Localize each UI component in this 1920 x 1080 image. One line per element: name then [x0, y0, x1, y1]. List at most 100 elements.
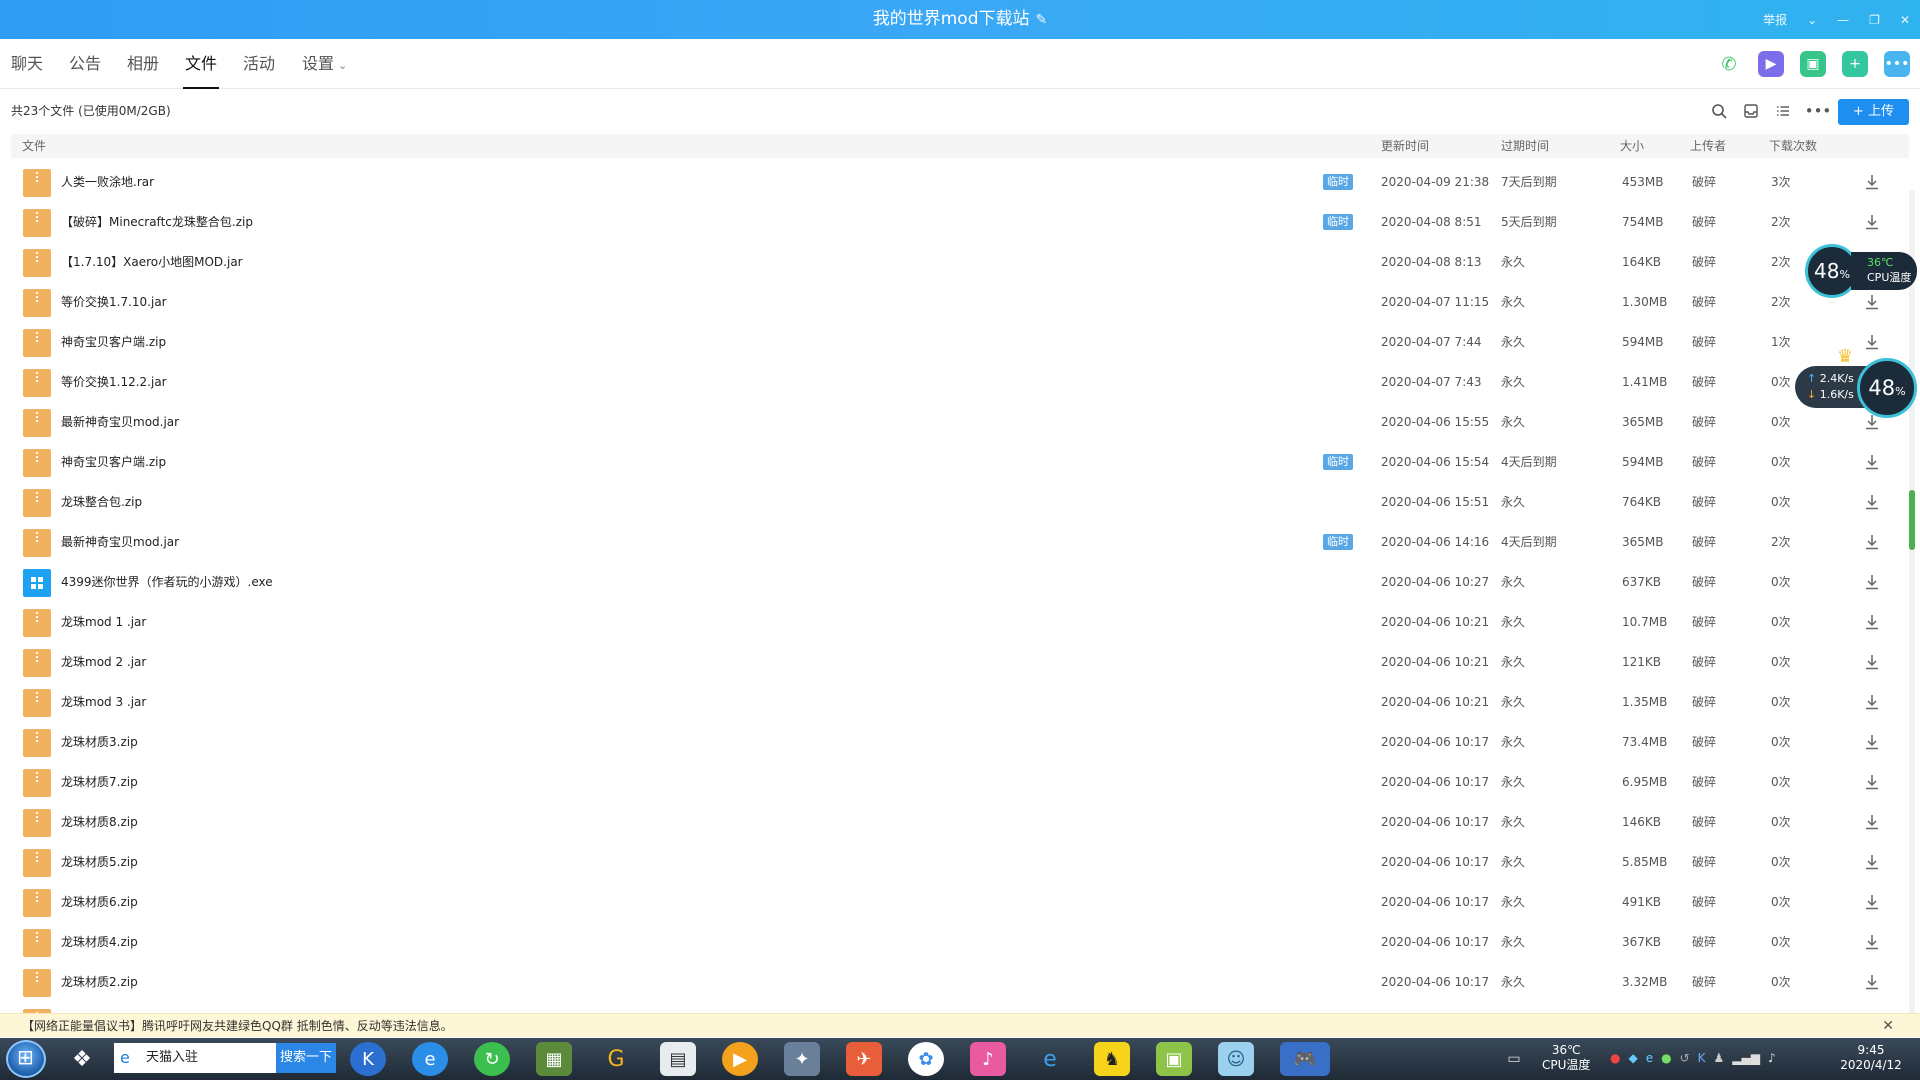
file-name[interactable]: 龙珠材质8.zip — [61, 802, 138, 842]
download-icon[interactable] — [1863, 613, 1881, 631]
game-app-icon[interactable]: ✦ — [784, 1042, 820, 1076]
network-monitor-widget[interactable]: ↑ 2.4K/s ↓ 1.6K/s ♛ 48% — [1795, 346, 1919, 418]
g-app-icon[interactable]: G — [598, 1042, 634, 1076]
list-view-icon[interactable] — [1772, 100, 1794, 122]
file-row[interactable]: 最新神奇宝贝mod.jar 2020-04-06 15:55 永久 365MB 破碎 0次 — [11, 402, 1891, 442]
file-row[interactable]: 人类一败涂地.rar 临时 2020-04-09 21:38 7天后到期 453MB 破碎… — [11, 162, 1891, 202]
file-row[interactable]: 龙珠材质2.zip 2020-04-06 10:17 永久 3.32MB 破碎 0次 — [11, 962, 1891, 1002]
network-icon[interactable]: ▂▄▆ — [1732, 1051, 1760, 1065]
phone-icon[interactable]: ✆ — [1716, 51, 1742, 77]
file-name[interactable]: 龙珠mod 2 .jar — [61, 642, 146, 682]
minecraft-icon[interactable]: ▦ — [536, 1042, 572, 1076]
media-app-icon[interactable]: ▶ — [722, 1042, 758, 1076]
game-controller-icon[interactable]: 🎮 — [1280, 1042, 1330, 1076]
tray-ie-icon[interactable]: e — [1646, 1051, 1653, 1065]
tab-announcement[interactable]: 公告 — [69, 39, 101, 89]
maximize-icon[interactable]: ❐ — [1869, 13, 1880, 27]
file-row[interactable]: 最新神奇宝贝mod.jar 临时 2020-04-06 14:16 4天后到期 365M… — [11, 522, 1891, 562]
tab-album[interactable]: 相册 — [127, 39, 159, 89]
search-button[interactable]: 搜索一下 — [276, 1043, 336, 1073]
download-icon[interactable] — [1863, 453, 1881, 471]
green-app-icon[interactable]: ↻ — [474, 1042, 510, 1076]
windows-logo-icon[interactable]: ❖ — [64, 1042, 100, 1076]
more-icon[interactable]: ••• — [1884, 51, 1910, 77]
scrollbar[interactable] — [1909, 190, 1915, 1020]
download-icon[interactable] — [1863, 773, 1881, 791]
scrollbar-thumb[interactable] — [1909, 490, 1915, 550]
file-name[interactable]: 神奇宝贝客户端.zip — [61, 442, 166, 482]
file-name[interactable]: 龙珠材质3.zip — [61, 722, 138, 762]
file-name[interactable]: 龙珠mod 3 .jar — [61, 682, 146, 722]
search-icon[interactable] — [1708, 100, 1730, 122]
whiteboard-icon[interactable]: ▣ — [1800, 51, 1826, 77]
file-name[interactable]: 等价交换1.12.2.jar — [61, 362, 167, 402]
more-options-icon[interactable]: ••• — [1805, 100, 1832, 122]
download-icon[interactable] — [1863, 853, 1881, 871]
close-icon[interactable]: ✕ — [1900, 13, 1910, 27]
system-clock[interactable]: 9:45 2020/4/12 — [1836, 1043, 1906, 1073]
upload-button[interactable]: + 上传 — [1838, 99, 1909, 125]
download-icon[interactable] — [1863, 813, 1881, 831]
tray-green-icon[interactable]: ● — [1661, 1051, 1671, 1065]
file-name[interactable]: 等价交换1.7.10.jar — [61, 282, 167, 322]
qq-icon[interactable]: ♞ — [1094, 1042, 1130, 1076]
video-call-icon[interactable]: ▶ — [1758, 51, 1784, 77]
tab-activity[interactable]: 活动 — [243, 39, 275, 89]
bird-app-icon[interactable]: ✈ — [846, 1042, 882, 1076]
file-row[interactable]: 等价交换1.12.2.jar 2020-04-07 7:43 永久 1.41MB 破碎 0… — [11, 362, 1891, 402]
window-title[interactable]: 我的世界mod下载站 — [873, 9, 1030, 29]
tab-settings[interactable]: 设置 ⌄ — [302, 39, 347, 89]
file-row[interactable]: 【1.7.10】Xaero小地图MOD.jar 2020-04-08 8:13 永久… — [11, 242, 1891, 282]
k-app-icon[interactable]: K — [350, 1042, 386, 1076]
file-row[interactable]: 龙珠mod 3 .jar 2020-04-06 10:21 永久 1.35MB 破碎 0次 — [11, 682, 1891, 722]
file-row[interactable]: 龙珠材质6.zip 2020-04-06 10:17 永久 491KB 破碎 0次 — [11, 882, 1891, 922]
download-icon[interactable] — [1863, 533, 1881, 551]
file-name[interactable]: 4399迷你世界（作者玩的小游戏）.exe — [61, 562, 273, 602]
file-name[interactable]: 龙珠材质2.zip — [61, 962, 138, 1002]
download-icon[interactable] — [1863, 333, 1881, 351]
group-chat-icon[interactable]: ☺ — [1218, 1042, 1254, 1076]
close-icon[interactable]: ✕ — [1882, 1014, 1894, 1038]
download-icon[interactable] — [1863, 213, 1881, 231]
photos-app-icon[interactable]: ✿ — [908, 1042, 944, 1076]
download-icon[interactable] — [1863, 733, 1881, 751]
add-app-icon[interactable]: + — [1842, 51, 1868, 77]
lala-app-icon[interactable]: ♪ — [970, 1042, 1006, 1076]
file-row[interactable]: 龙珠材质3.zip 2020-04-06 10:17 永久 73.4MB 破碎 0次 — [11, 722, 1891, 762]
file-name[interactable]: 龙珠整合包.zip — [61, 482, 142, 522]
file-name[interactable]: 龙珠材质5.zip — [61, 842, 138, 882]
file-row[interactable]: 龙珠材质8.zip 2020-04-06 10:17 永久 146KB 破碎 0次 — [11, 802, 1891, 842]
download-icon[interactable] — [1863, 493, 1881, 511]
file-name[interactable]: 人类一败涂地.rar — [61, 162, 154, 202]
window-app-icon[interactable]: ▤ — [660, 1042, 696, 1076]
file-name[interactable]: 最新神奇宝贝mod.jar — [61, 522, 179, 562]
file-name[interactable]: 【1.7.10】Xaero小地图MOD.jar — [61, 242, 243, 282]
download-icon[interactable] — [1863, 893, 1881, 911]
taskbar-cpu-temp[interactable]: 36℃ CPU温度 — [1542, 1043, 1590, 1073]
download-icon[interactable] — [1863, 173, 1881, 191]
show-hidden-icons-icon[interactable]: ▭ — [1496, 1042, 1532, 1076]
file-name[interactable]: 龙珠材质7.zip — [61, 762, 138, 802]
file-name[interactable]: 神奇宝贝客户端.zip — [61, 322, 166, 362]
ie-icon[interactable]: e — [1032, 1042, 1068, 1076]
file-row[interactable]: 神奇宝贝客户端.zip 临时 2020-04-06 15:54 4天后到期 594MB 破… — [11, 442, 1891, 482]
minecraft-launcher-icon[interactable]: ▣ — [1156, 1042, 1192, 1076]
file-name[interactable]: 【破碎】Minecraftc龙珠整合包.zip — [61, 202, 253, 242]
volume-icon[interactable]: ♪ — [1768, 1051, 1776, 1065]
column-expires[interactable]: 过期时间 — [1501, 134, 1549, 158]
tray-shield-icon[interactable]: ◆ — [1628, 1051, 1637, 1065]
tray-k-icon[interactable]: K — [1698, 1051, 1706, 1065]
chevron-down-icon[interactable]: ⌄ — [1807, 13, 1817, 27]
file-name[interactable]: 龙珠材质4.zip — [61, 922, 138, 962]
file-row[interactable]: 龙珠材质7.zip 2020-04-06 10:17 永久 6.95MB 破碎 0次 — [11, 762, 1891, 802]
column-file[interactable]: 文件 — [22, 134, 46, 158]
file-name[interactable]: 最新神奇宝贝mod.jar — [61, 402, 179, 442]
file-row[interactable]: 等价交换1.7.10.jar 2020-04-07 11:15 永久 1.30MB 破碎… — [11, 282, 1891, 322]
cpu-monitor-widget[interactable]: 48% 36℃ CPU温度 — [1805, 244, 1917, 298]
start-button[interactable] — [6, 1040, 46, 1078]
download-icon[interactable] — [1863, 973, 1881, 991]
file-name[interactable]: 龙珠mod 1 .jar — [61, 602, 146, 642]
column-downloads[interactable]: 下载次数 — [1769, 134, 1817, 158]
notice-text[interactable]: 【网络正能量倡议书】腾讯呼吁网友共建绿色QQ群 抵制色情、反动等违法信息。 — [22, 1019, 453, 1033]
browser-search-input[interactable]: e 天猫入驻 — [114, 1043, 276, 1073]
